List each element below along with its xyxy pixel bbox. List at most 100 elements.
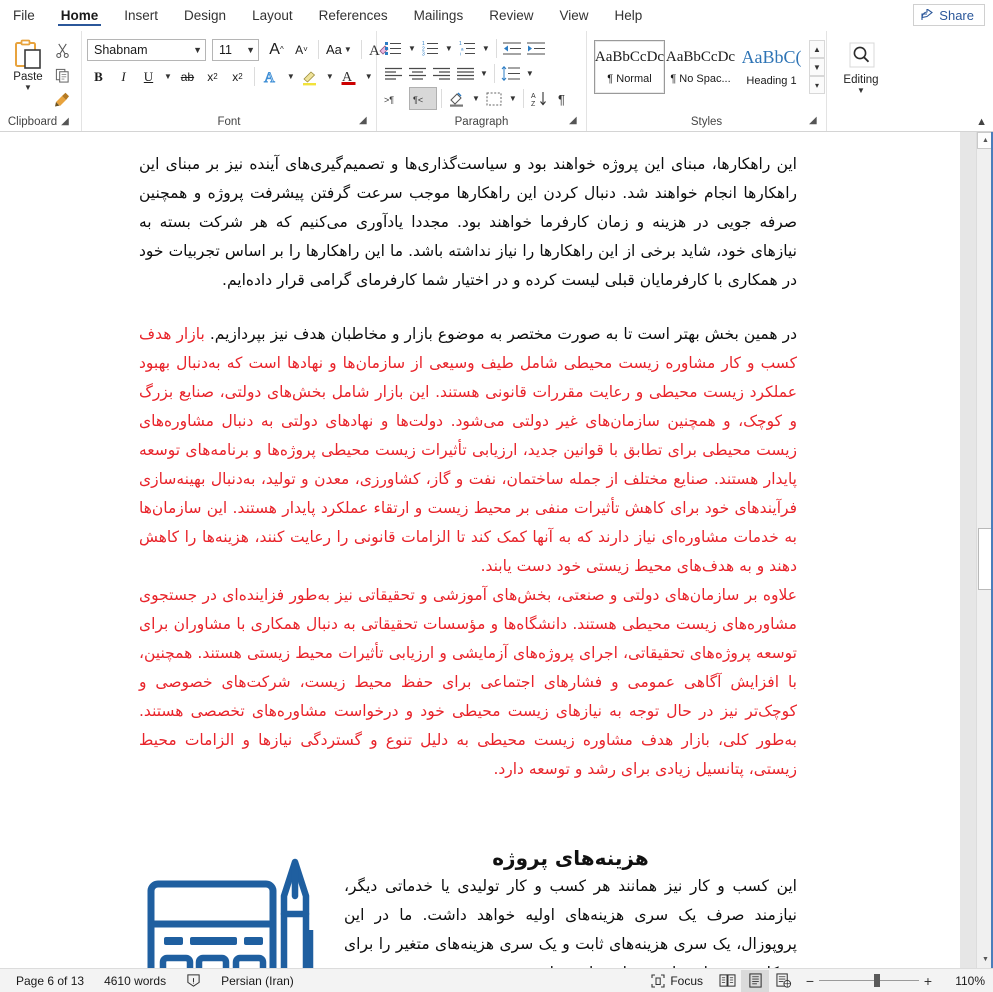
sort-button[interactable]: AZ bbox=[528, 87, 551, 110]
shrink-font-button[interactable]: A ˅ bbox=[290, 38, 313, 61]
line-spacing-button[interactable] bbox=[499, 62, 523, 85]
ltr-text-direction-button[interactable]: >¶ bbox=[382, 87, 408, 110]
styles-more-icon[interactable]: ▾ bbox=[809, 76, 825, 94]
zoom-slider[interactable]: − + bbox=[801, 973, 937, 989]
web-layout-button[interactable] bbox=[769, 970, 797, 992]
increase-indent-button[interactable] bbox=[525, 37, 548, 60]
tab-view-label: View bbox=[559, 7, 589, 23]
underline-button[interactable]: U bbox=[137, 65, 160, 88]
bullets-chevron-down-icon[interactable]: ▼ bbox=[406, 44, 418, 53]
page-indicator[interactable]: Page 6 of 13 bbox=[6, 974, 94, 988]
multilevel-list-chevron-down-icon[interactable]: ▼ bbox=[480, 44, 492, 53]
document-page[interactable]: این راهکارها، مبنای این پروژه خواهند بود… bbox=[0, 132, 960, 968]
paragraph-spacer-2 bbox=[139, 784, 797, 846]
tab-insert[interactable]: Insert bbox=[111, 0, 171, 30]
numbering-chevron-down-icon[interactable]: ▼ bbox=[443, 44, 455, 53]
styles-scroll-up-icon[interactable]: ▲ bbox=[809, 40, 825, 58]
font-color-chevron-down-icon[interactable]: ▼ bbox=[363, 72, 375, 81]
decrease-indent-button[interactable] bbox=[501, 37, 524, 60]
font-dialog-launcher[interactable]: ◢ bbox=[359, 115, 371, 127]
tab-mailings[interactable]: Mailings bbox=[401, 0, 477, 30]
word-count[interactable]: 4610 words bbox=[94, 974, 176, 988]
copy-button[interactable] bbox=[51, 64, 73, 86]
paragraph-dialog-launcher[interactable]: ◢ bbox=[569, 115, 581, 127]
style-normal-preview: AaBbCcDc bbox=[594, 49, 665, 65]
tab-design[interactable]: Design bbox=[171, 0, 239, 30]
bullets-button[interactable] bbox=[382, 37, 405, 60]
format-painter-button[interactable] bbox=[51, 89, 73, 111]
strikethrough-button[interactable]: ab bbox=[176, 65, 199, 88]
focus-mode-button[interactable]: Focus bbox=[641, 974, 713, 988]
tab-help[interactable]: Help bbox=[602, 0, 656, 30]
clipboard-dialog-launcher[interactable]: ◢ bbox=[61, 116, 73, 128]
zoom-thumb[interactable] bbox=[874, 974, 880, 987]
read-mode-button[interactable] bbox=[713, 970, 741, 992]
paste-button[interactable]: Paste ▼ bbox=[5, 36, 51, 92]
paragraph-2-red-run: بازار هدف کسب و کار مشاوره زیست محیطی شا… bbox=[139, 325, 797, 575]
print-layout-button[interactable] bbox=[741, 969, 769, 992]
justify-chevron-down-icon[interactable]: ▼ bbox=[478, 69, 490, 78]
font-size-combo[interactable]: 11 ▼ bbox=[212, 38, 259, 61]
highlight-button[interactable] bbox=[299, 65, 322, 88]
paste-chevron-down-icon[interactable]: ▼ bbox=[24, 84, 32, 92]
zoom-percentage[interactable]: 110% bbox=[941, 974, 985, 988]
tabbar-spacer bbox=[655, 0, 913, 30]
editing-body: Editing ▼ bbox=[827, 33, 895, 113]
zoom-track[interactable] bbox=[819, 974, 919, 987]
font-color-button[interactable]: A bbox=[338, 65, 361, 88]
collapse-ribbon-button[interactable]: ▲ bbox=[976, 116, 987, 128]
font-name-combo[interactable]: Shabnam ▼ bbox=[87, 38, 206, 61]
grow-font-button[interactable]: A ^ bbox=[265, 38, 288, 61]
borders-button[interactable] bbox=[483, 87, 506, 110]
shading-chevron-down-icon[interactable]: ▼ bbox=[470, 94, 482, 103]
ribbon-group-clipboard: Paste ▼ Clipboard ◢ bbox=[0, 31, 82, 131]
underline-chevron-down-icon[interactable]: ▼ bbox=[162, 72, 174, 81]
calculator-pencil-figure[interactable] bbox=[139, 846, 334, 968]
cut-button[interactable] bbox=[51, 39, 73, 61]
text-effects-chevron-down-icon[interactable]: ▼ bbox=[285, 72, 297, 81]
tab-home[interactable]: Home bbox=[48, 0, 112, 30]
tab-file[interactable]: File bbox=[0, 0, 48, 30]
superscript-button[interactable]: x2 bbox=[226, 65, 249, 88]
align-right-button[interactable] bbox=[430, 62, 453, 85]
change-case-button[interactable]: Aa ▼ bbox=[324, 38, 356, 61]
editing-chevron-down-icon[interactable]: ▼ bbox=[857, 87, 865, 95]
language-label: Persian (Iran) bbox=[221, 973, 294, 988]
align-left-button[interactable] bbox=[382, 62, 405, 85]
document-canvas[interactable]: این راهکارها، مبنای این پروژه خواهند بود… bbox=[0, 132, 993, 968]
styles-dialog-launcher[interactable]: ◢ bbox=[809, 115, 821, 127]
show-formatting-marks-button[interactable]: ¶ bbox=[552, 87, 575, 110]
tab-references[interactable]: References bbox=[306, 0, 401, 30]
styles-scroll-down-icon[interactable]: ▼ bbox=[809, 58, 825, 76]
numbering-button[interactable]: 123 bbox=[419, 37, 442, 60]
bold-button[interactable]: B bbox=[87, 65, 110, 88]
style-no-spacing[interactable]: AaBbCcDc ¶ No Spac... bbox=[665, 40, 736, 94]
align-center-button[interactable] bbox=[406, 62, 429, 85]
highlight-chevron-down-icon[interactable]: ▼ bbox=[324, 72, 336, 81]
zoom-out-button[interactable]: − bbox=[801, 973, 819, 989]
zoom-in-button[interactable]: + bbox=[919, 973, 937, 989]
vertical-scrollbar[interactable]: ▲ ▼ bbox=[976, 132, 993, 968]
subscript-button[interactable]: x2 bbox=[201, 65, 224, 88]
justify-button[interactable] bbox=[454, 62, 477, 85]
share-button[interactable]: Share bbox=[913, 4, 985, 26]
svg-text:A: A bbox=[531, 93, 536, 100]
italic-button[interactable]: I bbox=[112, 65, 135, 88]
text-effects-button[interactable]: A bbox=[260, 65, 283, 88]
editing-button-label: Editing bbox=[843, 74, 879, 86]
shading-button[interactable] bbox=[446, 87, 469, 110]
borders-chevron-down-icon[interactable]: ▼ bbox=[507, 94, 519, 103]
line-spacing-chevron-down-icon[interactable]: ▼ bbox=[524, 69, 536, 78]
language-indicator[interactable]: Persian (Iran) bbox=[211, 974, 304, 988]
style-normal[interactable]: AaBbCcDc ¶ Normal bbox=[594, 40, 665, 94]
style-heading-1[interactable]: AaBbC( Heading 1 bbox=[736, 40, 807, 94]
proofing-status[interactable] bbox=[176, 973, 211, 988]
svg-text:>¶: >¶ bbox=[384, 95, 394, 105]
rtl-text-direction-button[interactable]: ¶< bbox=[409, 87, 437, 110]
font-sep-1 bbox=[318, 40, 319, 59]
tab-review[interactable]: Review bbox=[476, 0, 546, 30]
tab-view[interactable]: View bbox=[546, 0, 601, 30]
tab-layout[interactable]: Layout bbox=[239, 0, 306, 30]
multilevel-list-button[interactable]: 1ai bbox=[456, 37, 479, 60]
editing-button[interactable]: Editing ▼ bbox=[832, 39, 890, 95]
